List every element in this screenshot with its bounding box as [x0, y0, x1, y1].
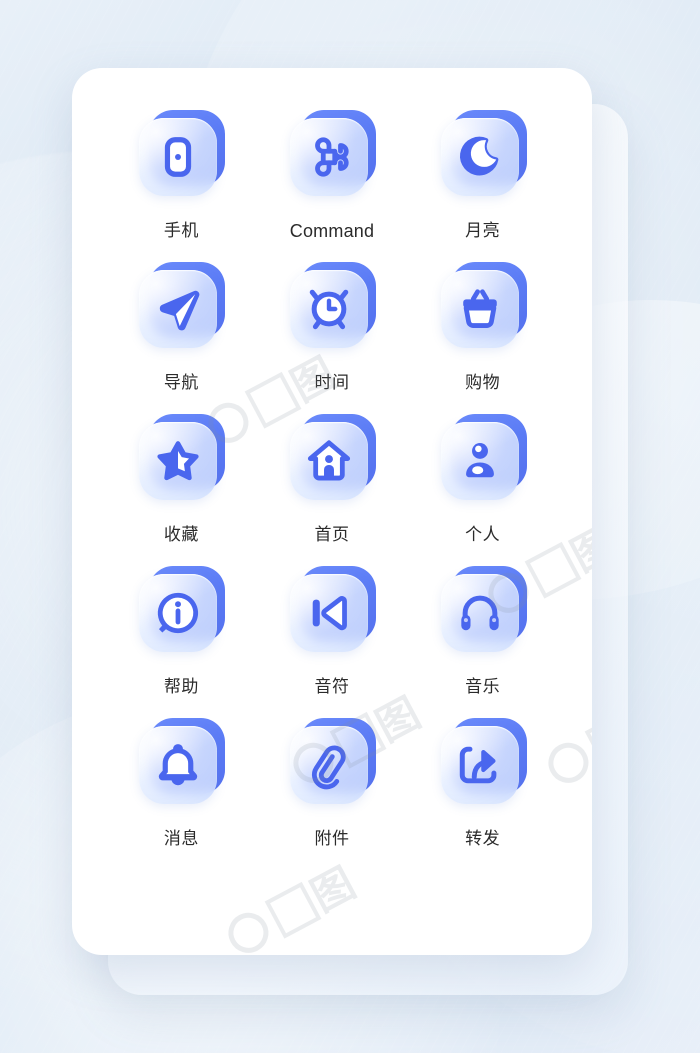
icon-cell-user[interactable]: 个人	[407, 414, 558, 546]
bell-icon	[139, 726, 217, 804]
icon-cell-phone[interactable]: 手机	[106, 110, 257, 242]
icon-tile[interactable]	[289, 262, 376, 350]
icon-label: 购物	[465, 373, 501, 392]
icon-tile[interactable]	[289, 414, 376, 502]
basket-icon	[441, 270, 519, 348]
icon-label: 音符	[314, 677, 350, 696]
watermark-ring-icon	[221, 905, 276, 955]
icon-label: 收藏	[163, 525, 199, 544]
phone-icon	[139, 118, 217, 196]
watermark-text: 图	[302, 857, 365, 922]
icon-cell-navigation[interactable]: 导航	[106, 262, 257, 394]
icon-card: 手机 Command 月亮 导航 时间 购物 收藏 首页 个人 帮助 音符 音乐…	[72, 68, 592, 955]
navigation-icon	[139, 270, 217, 348]
icon-grid: 手机 Command 月亮 导航 时间 购物 收藏 首页 个人 帮助 音符 音乐…	[72, 68, 592, 850]
icon-tile[interactable]	[440, 262, 527, 350]
icon-tile[interactable]	[289, 110, 376, 198]
icon-label: 导航	[163, 373, 199, 392]
icon-cell-star[interactable]: 收藏	[106, 414, 257, 546]
icon-cell-info[interactable]: 帮助	[106, 566, 257, 698]
paperclip-icon	[290, 726, 368, 804]
icon-label: 消息	[163, 829, 199, 848]
forward-icon	[441, 726, 519, 804]
icon-label: 手机	[163, 221, 199, 240]
icon-label: 个人	[465, 525, 501, 544]
watermark: 图	[216, 849, 366, 955]
icon-cell-command[interactable]: Command	[257, 110, 408, 242]
headphones-icon	[441, 574, 519, 652]
star-icon	[139, 422, 217, 500]
icon-cell-basket[interactable]: 购物	[407, 262, 558, 394]
icon-tile[interactable]	[440, 414, 527, 502]
watermark-box-icon	[264, 881, 322, 939]
icon-label: 音乐	[465, 677, 501, 696]
skip-back-icon	[290, 574, 368, 652]
icon-cell-paperclip[interactable]: 附件	[257, 718, 408, 850]
icon-cell-headphones[interactable]: 音乐	[407, 566, 558, 698]
icon-tile[interactable]	[139, 566, 226, 654]
icon-cell-forward[interactable]: 转发	[407, 718, 558, 850]
icon-label: 附件	[314, 829, 350, 848]
icon-cell-skip-back[interactable]: 音符	[257, 566, 408, 698]
screenshot-root: 手机 Command 月亮 导航 时间 购物 收藏 首页 个人 帮助 音符 音乐…	[0, 0, 700, 1053]
icon-tile[interactable]	[139, 262, 226, 350]
icon-cell-alarm-clock[interactable]: 时间	[257, 262, 408, 394]
icon-tile[interactable]	[289, 718, 376, 806]
icon-cell-moon[interactable]: 月亮	[407, 110, 558, 242]
icon-tile[interactable]	[440, 110, 527, 198]
icon-cell-home[interactable]: 首页	[257, 414, 408, 546]
icon-tile[interactable]	[139, 414, 226, 502]
icon-tile[interactable]	[139, 718, 226, 806]
icon-label: 转发	[465, 829, 501, 848]
moon-icon	[441, 118, 519, 196]
command-icon	[290, 118, 368, 196]
icon-label: 帮助	[163, 677, 199, 696]
icon-cell-bell[interactable]: 消息	[106, 718, 257, 850]
icon-label: 时间	[314, 373, 350, 392]
icon-tile[interactable]	[289, 566, 376, 654]
icon-tile[interactable]	[440, 566, 527, 654]
icon-label: 月亮	[465, 221, 501, 240]
icon-label: 首页	[314, 525, 350, 544]
info-icon	[139, 574, 217, 652]
icon-tile[interactable]	[440, 718, 527, 806]
alarm-clock-icon	[290, 270, 368, 348]
icon-tile[interactable]	[139, 110, 226, 198]
user-icon	[441, 422, 519, 500]
home-icon	[290, 422, 368, 500]
icon-label: Command	[289, 221, 375, 241]
